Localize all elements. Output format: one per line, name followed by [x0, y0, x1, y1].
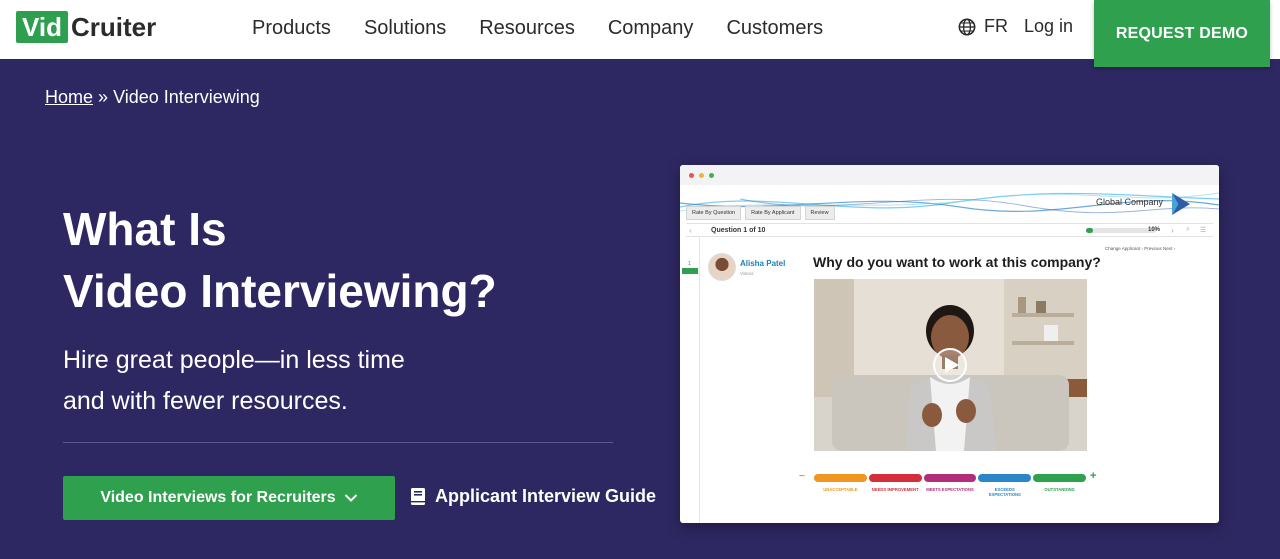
rating-label-unacceptable: UNACCEPTABLE — [823, 487, 858, 492]
sidebar-rating-chip — [682, 268, 698, 274]
nav-customers[interactable]: Customers — [726, 14, 823, 42]
page-title-line2: Video Interviewing? — [63, 265, 497, 317]
company-logo-icon — [1172, 193, 1190, 215]
candidate-name[interactable]: Alisha Patel — [740, 259, 785, 268]
logo-wordmark: Cruiter — [70, 12, 157, 42]
rating-tabs: Rate By Question Rate By Applicant Revie… — [686, 206, 835, 220]
rating-segment-exceeds-expectations[interactable] — [978, 474, 1032, 482]
nav-company[interactable]: Company — [608, 14, 694, 42]
rating-label-outstanding: OUTSTANDING — [1044, 487, 1075, 492]
login-link[interactable]: Log in — [1024, 16, 1073, 37]
hero-divider — [63, 442, 613, 443]
rating-plus-icon[interactable]: + — [1090, 470, 1096, 482]
rating-segment-needs-improvement[interactable] — [868, 474, 922, 482]
request-demo-button[interactable]: REQUEST DEMO — [1094, 0, 1270, 67]
progress-bar — [1086, 228, 1156, 233]
logo-mark: Vid — [16, 11, 68, 43]
breadcrumb-separator: » — [98, 87, 109, 107]
interview-app-screenshot: Global Company Rate By Question Rate By … — [680, 165, 1219, 523]
rating-segment-outstanding[interactable] — [1033, 474, 1086, 482]
breadcrumb-current: Video Interviewing — [113, 87, 260, 107]
minimize-dot — [699, 172, 704, 178]
rating-minus-icon[interactable]: − — [799, 471, 805, 482]
next-arrow-icon[interactable]: › — [1171, 226, 1174, 235]
progress-fill — [1086, 228, 1093, 233]
close-dot — [689, 172, 694, 178]
menu-icon[interactable]: ☰ — [1200, 226, 1206, 234]
tab-rate-by-question[interactable]: Rate By Question — [686, 206, 742, 220]
breadcrumb: Home » Video Interviewing — [45, 87, 260, 108]
question-toolbar: ‹ Question 1 of 10 10% › ⌕ ☰ — [686, 223, 1213, 237]
language-label: FR — [984, 16, 1008, 36]
rating-label-exceeds-expectations: EXCEEDS EXPECTATIONS — [988, 487, 1021, 497]
nav-resources[interactable]: Resources — [479, 14, 575, 42]
tab-review[interactable]: Review — [804, 206, 835, 220]
company-name: Global Company — [1096, 197, 1164, 207]
hero-subtitle-line1: Hire great people—in less time — [63, 346, 405, 374]
sidebar-question-number: 1 — [688, 261, 691, 267]
rating-segment-meets-expectations[interactable] — [923, 474, 977, 482]
top-navbar: Vid Cruiter Products Solutions Resources… — [0, 0, 1280, 59]
question-sidebar — [680, 237, 700, 523]
rating-label-needs-improvement: NEEDS IMPROVEMENT — [871, 487, 919, 492]
prev-arrow-icon[interactable]: ‹ — [689, 226, 692, 235]
hero-subtitle: Hire great people—in less time and with … — [63, 340, 483, 422]
tab-rate-by-applicant[interactable]: Rate By Applicant — [745, 206, 801, 220]
breadcrumb-home[interactable]: Home — [45, 87, 93, 107]
vidcruiter-logo[interactable]: Vid Cruiter — [16, 11, 156, 43]
globe-icon — [958, 18, 976, 35]
page-title: What Is Video Interviewing? — [63, 198, 623, 322]
progress-percent: 10% — [1148, 227, 1161, 233]
rating-scale — [814, 474, 1086, 482]
candidate-avatar — [708, 253, 736, 281]
video-player[interactable] — [814, 279, 1087, 451]
chevron-down-icon — [344, 494, 357, 502]
recruiters-button-label: Video Interviews for Recruiters — [100, 489, 336, 506]
applicant-guide-label: Applicant Interview Guide — [435, 486, 657, 506]
candidate-subtext: Videos — [740, 270, 754, 276]
applicant-guide-link[interactable]: Applicant Interview Guide — [410, 486, 656, 507]
search-icon[interactable]: ⌕ — [1186, 226, 1190, 234]
book-icon — [411, 488, 425, 505]
rating-label-meets-expectations: MEETS EXPECTATIONS — [926, 487, 974, 492]
maximize-dot — [709, 172, 714, 178]
main-nav: Products Solutions Resources Company Cus… — [252, 14, 856, 42]
candidate-card: Alisha Patel Videos — [708, 253, 785, 281]
nav-solutions[interactable]: Solutions — [364, 14, 446, 42]
language-switcher[interactable]: FR — [958, 16, 1008, 37]
rating-labels: UNACCEPTABLE NEEDS IMPROVEMENT MEETS EXP… — [814, 487, 1086, 497]
hero-subtitle-line2: and with fewer resources. — [63, 387, 348, 415]
page-title-line1: What Is — [63, 203, 227, 255]
question-counter: Question 1 of 10 — [711, 226, 766, 234]
video-thumbnail — [814, 279, 1087, 451]
rating-segment-unacceptable[interactable] — [814, 474, 867, 482]
interview-question: Why do you want to work at this company? — [813, 254, 1101, 270]
recruiters-dropdown-button[interactable]: Video Interviews for Recruiters — [63, 476, 395, 520]
change-applicant-controls[interactable]: Change Applicant ‹ Previous Next › — [1105, 246, 1175, 251]
nav-products[interactable]: Products — [252, 14, 331, 42]
window-chrome — [680, 165, 1219, 185]
